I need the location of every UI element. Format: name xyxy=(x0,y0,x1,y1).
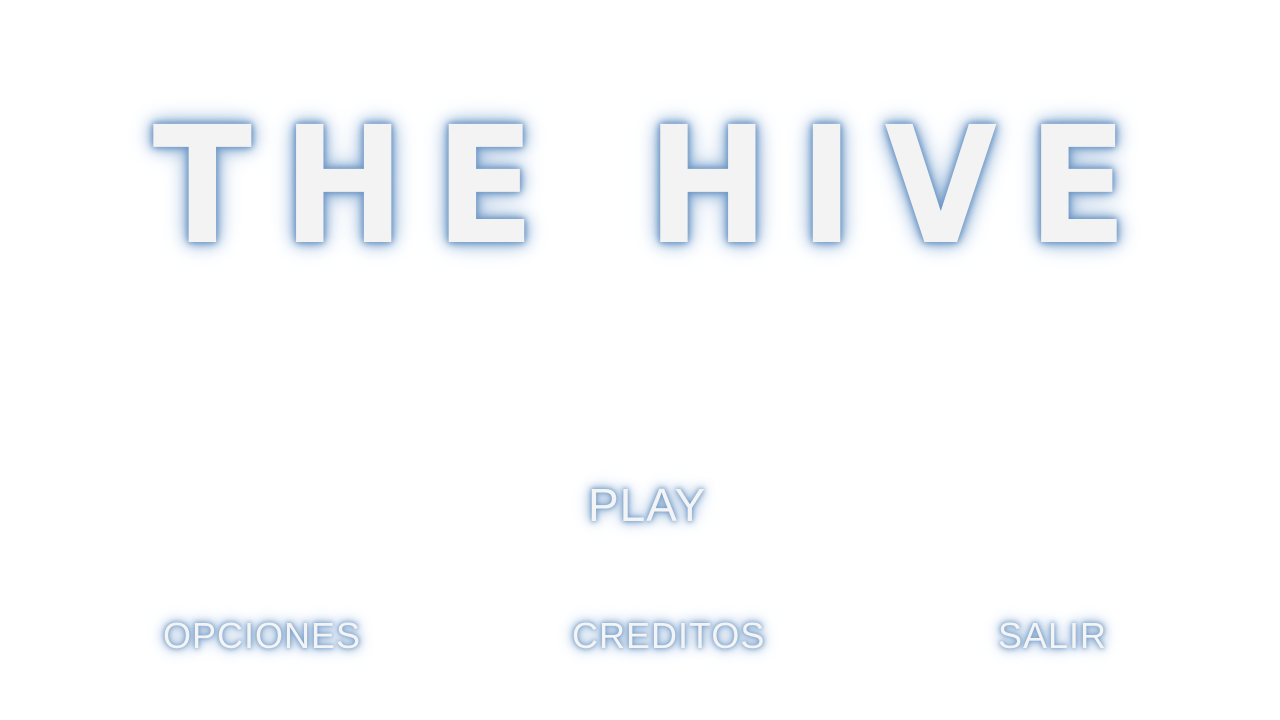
play-button[interactable]: PLAY xyxy=(588,476,706,534)
game-title-logo: THE HIVE xyxy=(152,93,1158,281)
credits-button[interactable]: CREDITOS xyxy=(572,614,765,658)
main-menu-screen: THE HIVE PLAY OPCIONES CREDITOS SALIR xyxy=(0,0,1280,720)
exit-button[interactable]: SALIR xyxy=(998,614,1107,658)
options-button[interactable]: OPCIONES xyxy=(163,614,361,658)
